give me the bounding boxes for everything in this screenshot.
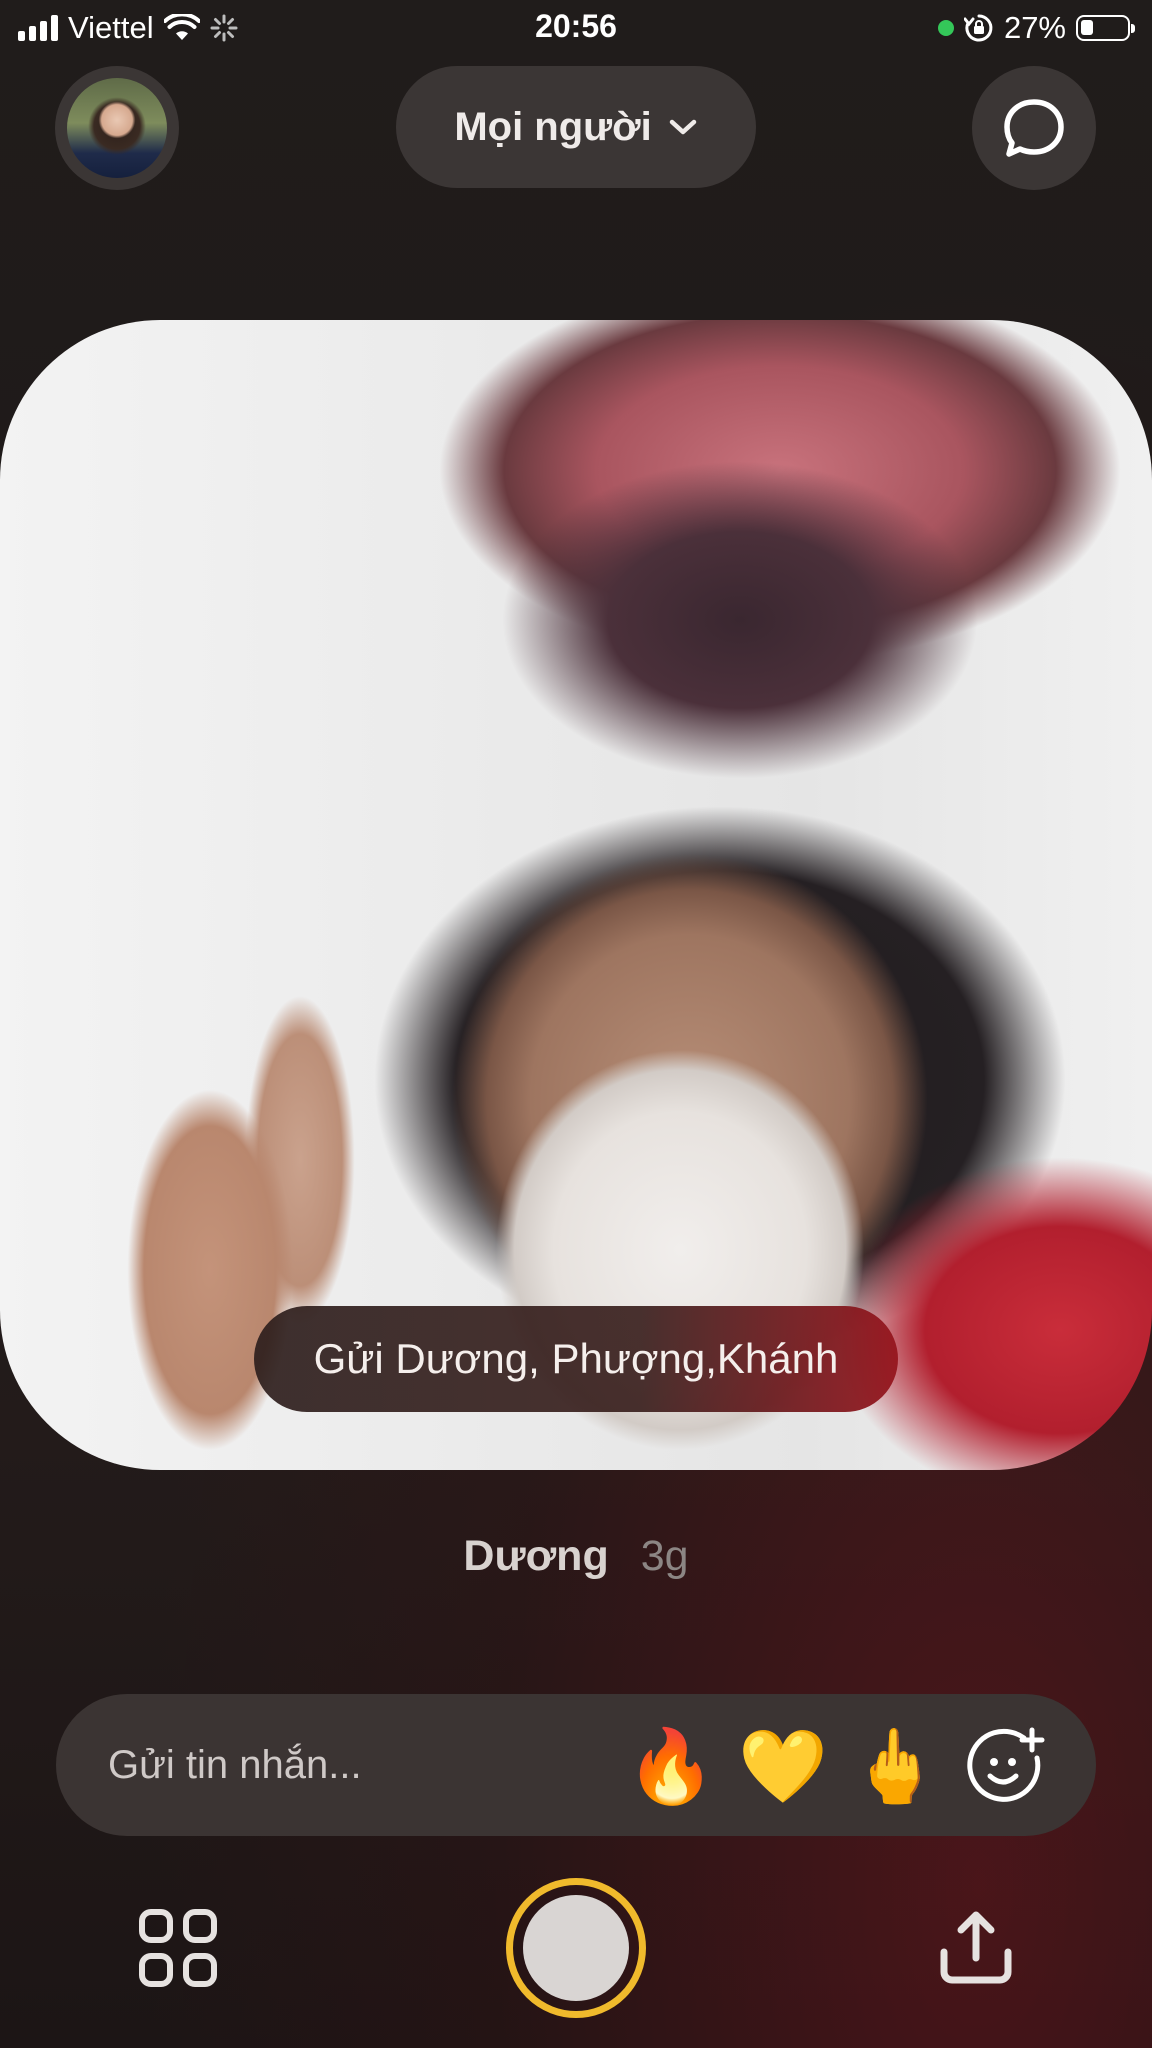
grid-icon [139,1909,217,1987]
status-right: 27% [937,10,1135,46]
reaction-fire[interactable]: 🔥 [626,1724,716,1810]
add-emoji-icon [967,1727,1045,1802]
grid-button[interactable] [128,1898,228,1998]
battery-level [1081,20,1093,35]
chat-button[interactable] [972,66,1096,190]
chevron-down-icon [669,119,696,135]
recording-dot [937,20,954,36]
audience-label: Mọi người [454,104,652,149]
profile-button[interactable] [55,66,179,190]
share-icon [940,1911,1012,1984]
reaction-middle-finger[interactable]: 🖕 [850,1724,940,1810]
profile-avatar [67,78,167,178]
audience-selector[interactable]: Mọi người [396,66,756,188]
sender-row: Dương 3g [0,1532,1152,1581]
sender-name[interactable]: Dương [463,1532,608,1581]
chat-bubble-icon [1004,99,1064,157]
yellow-heart-emoji: 💛 [738,1727,828,1807]
photo-card[interactable] [0,320,1152,1470]
message-bar: 🔥 💛 🖕 [56,1694,1096,1836]
photo-caption-text: Gửi Dương, Phượng,Khánh [313,1335,839,1382]
middle-finger-emoji: 🖕 [850,1727,940,1807]
shutter-button[interactable] [506,1878,646,2018]
message-input[interactable] [108,1694,608,1836]
reaction-heart[interactable]: 💛 [738,1724,828,1810]
add-reaction-button[interactable] [964,1724,1050,1810]
battery-icon [1076,15,1135,41]
sender-time: 3g [640,1532,689,1580]
status-bar: Viettel 20:56 27% [0,0,1152,60]
fire-emoji: 🔥 [626,1727,716,1807]
battery-percent: 27% [1003,10,1066,45]
shutter-inner [523,1895,629,2001]
orientation-lock-icon [963,14,993,42]
screen: Viettel 20:56 27% Mọi người Gửi Dương, P… [0,0,1152,2048]
photo-caption: Gửi Dương, Phượng,Khánh [254,1306,898,1412]
share-button[interactable] [926,1898,1026,1998]
